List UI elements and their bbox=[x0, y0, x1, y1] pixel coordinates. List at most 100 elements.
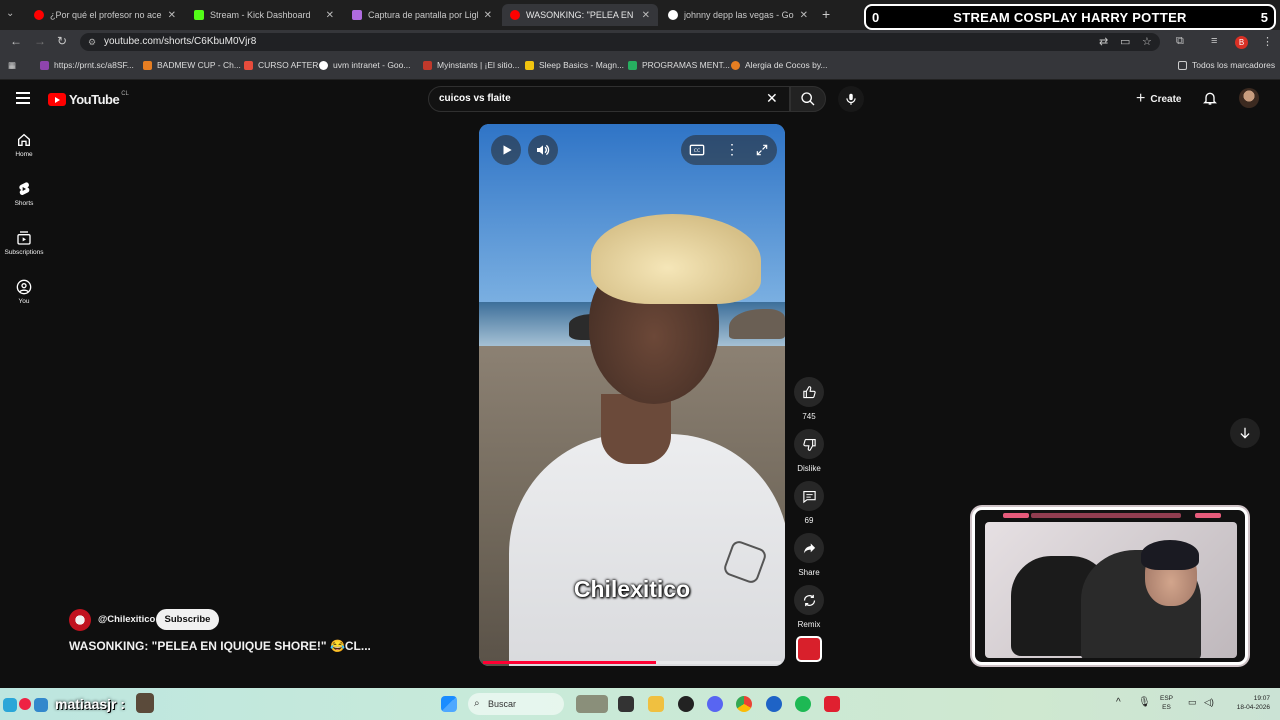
next-short-button[interactable] bbox=[1230, 418, 1260, 448]
like-button[interactable]: 745 bbox=[790, 377, 828, 421]
bookmark-item[interactable]: CURSO AFTER bbox=[244, 60, 318, 70]
close-tab-icon[interactable]: ✕ bbox=[326, 10, 334, 21]
bookmark-star-icon[interactable]: ☆ bbox=[1142, 35, 1152, 48]
new-tab-icon[interactable]: + bbox=[822, 6, 830, 22]
channel-handle[interactable]: @Chilexitico bbox=[98, 614, 155, 625]
tray-app-icon[interactable] bbox=[3, 698, 17, 712]
hamburger-menu-icon[interactable] bbox=[16, 92, 30, 107]
task-view-icon[interactable] bbox=[618, 696, 634, 712]
widgets-icon[interactable] bbox=[576, 695, 608, 713]
back-icon[interactable]: ← bbox=[10, 34, 22, 48]
sidebar-item-shorts[interactable]: Shorts bbox=[0, 181, 48, 207]
apps-icon[interactable]: ▦ bbox=[8, 60, 16, 71]
subscribe-button[interactable]: Subscribe bbox=[156, 609, 219, 630]
bookmark-label: BADMEW CUP - Ch... bbox=[157, 60, 241, 70]
search-button[interactable] bbox=[790, 86, 826, 112]
network-icon[interactable]: ▭ bbox=[1188, 697, 1197, 708]
taskbar-search-placeholder: Buscar bbox=[488, 699, 517, 709]
you-icon bbox=[16, 279, 32, 295]
obs-icon[interactable] bbox=[678, 696, 694, 712]
bookmark-item[interactable]: Alergia de Cocos by... bbox=[731, 60, 828, 70]
bookmark-item[interactable]: Myinstants | ¡El sitio... bbox=[423, 60, 520, 70]
browser-tab[interactable]: Captura de pantalla por Lightsh ✕ bbox=[344, 4, 500, 26]
sidebar-item-subscriptions[interactable]: Subscriptions bbox=[0, 230, 48, 256]
url-text: youtube.com/shorts/C6KbuM0Vjr8 bbox=[104, 36, 257, 47]
channel-thumbnail[interactable] bbox=[796, 636, 822, 662]
bookmark-favicon-icon bbox=[423, 60, 432, 70]
translate-icon[interactable]: ⇄ bbox=[1099, 35, 1108, 48]
microphone-icon[interactable]: 🎙 bbox=[1138, 697, 1151, 708]
browser-app-icon[interactable] bbox=[766, 696, 782, 712]
site-info-icon[interactable]: ⚙ bbox=[88, 33, 96, 51]
windows-start-icon[interactable] bbox=[441, 696, 457, 712]
youtube-logo[interactable]: YouTube CL bbox=[48, 91, 129, 107]
browser-tab[interactable]: johnny depp las vegas - Google ✕ bbox=[660, 4, 816, 26]
browser-tab[interactable]: Stream - Kick Dashboard ✕ bbox=[186, 4, 342, 26]
close-tab-icon[interactable]: ✕ bbox=[168, 10, 176, 21]
browser-tab-active[interactable]: WASONKING: "PELEA EN IQUIQ ✕ bbox=[502, 4, 658, 26]
short-video-player[interactable]: Chilexitico CC ⋮ bbox=[479, 124, 785, 666]
forward-icon[interactable]: → bbox=[34, 34, 46, 48]
browser-tab[interactable]: ¿Por qué el profesor no acepta ✕ bbox=[26, 4, 184, 26]
webcam-frame-decoration bbox=[1003, 513, 1029, 518]
voice-search-button[interactable] bbox=[838, 86, 864, 112]
all-bookmarks-label: Todos los marcadores bbox=[1192, 60, 1276, 70]
chrome-icon[interactable] bbox=[736, 696, 752, 712]
bookmark-item[interactable]: Sleep Basics - Magn... bbox=[525, 60, 624, 70]
short-title[interactable]: WASONKING: "PELEA EN IQUIQUE SHORE!" 😂CL… bbox=[69, 639, 371, 653]
account-avatar[interactable] bbox=[1239, 88, 1259, 108]
create-label: Create bbox=[1150, 93, 1182, 105]
tab-groups-icon[interactable]: ≡ bbox=[1211, 35, 1217, 47]
closed-captions-icon[interactable]: CC bbox=[689, 142, 705, 158]
channel-avatar[interactable] bbox=[69, 609, 91, 631]
all-bookmarks-folder[interactable]: Todos los marcadores bbox=[1178, 60, 1275, 70]
tray-app-icon[interactable] bbox=[34, 698, 48, 712]
reload-icon[interactable]: ↻ bbox=[57, 34, 67, 48]
close-tab-icon[interactable]: ✕ bbox=[800, 10, 808, 21]
thumbs-down-icon bbox=[802, 438, 816, 451]
comment-icon bbox=[802, 490, 816, 503]
sidebar-item-label: Home bbox=[15, 151, 33, 158]
spotify-icon[interactable] bbox=[795, 696, 811, 712]
search-input[interactable]: cuicos vs flaite bbox=[428, 86, 790, 112]
remix-button[interactable]: Remix bbox=[790, 585, 828, 629]
bookmark-item[interactable]: BADMEW CUP - Ch... bbox=[143, 60, 241, 70]
fullscreen-icon[interactable] bbox=[755, 143, 769, 157]
language-indicator[interactable]: ESP ES bbox=[1160, 694, 1173, 712]
taskbar-search[interactable]: ⌕ Buscar bbox=[468, 693, 564, 715]
url-field[interactable]: ⚙ youtube.com/shorts/C6KbuM0Vjr8 bbox=[80, 33, 1160, 51]
dislike-button[interactable]: Dislike bbox=[790, 429, 828, 473]
play-button[interactable] bbox=[491, 135, 521, 165]
sidebar-item-you[interactable]: You bbox=[0, 279, 48, 305]
bookmark-label: Myinstants | ¡El sitio... bbox=[437, 60, 520, 70]
bookmark-item[interactable]: https://prnt.sc/a8SF... bbox=[40, 60, 134, 70]
comments-button[interactable]: 69 bbox=[790, 481, 828, 525]
bookmark-item[interactable]: PROGRAMAS MENT... bbox=[628, 60, 730, 70]
record-icon[interactable] bbox=[19, 698, 31, 710]
volume-button[interactable] bbox=[528, 135, 558, 165]
more-options-icon[interactable]: ⋮ bbox=[725, 141, 739, 158]
close-tab-icon[interactable]: ✕ bbox=[642, 10, 650, 21]
language-code: ESP bbox=[1160, 695, 1174, 702]
system-clock[interactable]: 19:07 18-04-2026 bbox=[1210, 694, 1270, 712]
notifications-bell-icon[interactable] bbox=[1202, 90, 1218, 106]
sidebar-item-home[interactable]: Home bbox=[0, 132, 48, 158]
bookmark-favicon-icon bbox=[525, 60, 534, 70]
extensions-icon[interactable]: ⧉ bbox=[1176, 35, 1184, 48]
file-explorer-icon[interactable] bbox=[648, 696, 664, 712]
cast-icon[interactable]: ▭ bbox=[1120, 35, 1130, 48]
user-thumbnail bbox=[136, 693, 154, 713]
app-icon[interactable] bbox=[824, 696, 840, 712]
youtube-favicon-icon bbox=[34, 10, 44, 20]
tab-search-icon[interactable]: ⌄ bbox=[6, 8, 14, 19]
close-tab-icon[interactable]: ✕ bbox=[484, 10, 492, 21]
show-hidden-icons-icon[interactable]: ^ bbox=[1116, 697, 1121, 708]
browser-menu-icon[interactable]: ⋮ bbox=[1262, 35, 1273, 48]
create-button[interactable]: + Create bbox=[1128, 88, 1189, 110]
discord-icon[interactable] bbox=[707, 696, 723, 712]
bookmark-label: CURSO AFTER bbox=[258, 60, 319, 70]
share-button[interactable]: Share bbox=[790, 533, 828, 577]
clear-search-icon[interactable]: ✕ bbox=[766, 90, 778, 107]
profile-avatar[interactable]: B bbox=[1235, 36, 1248, 49]
bookmark-item[interactable]: uvm intranet - Goo... bbox=[319, 60, 410, 70]
